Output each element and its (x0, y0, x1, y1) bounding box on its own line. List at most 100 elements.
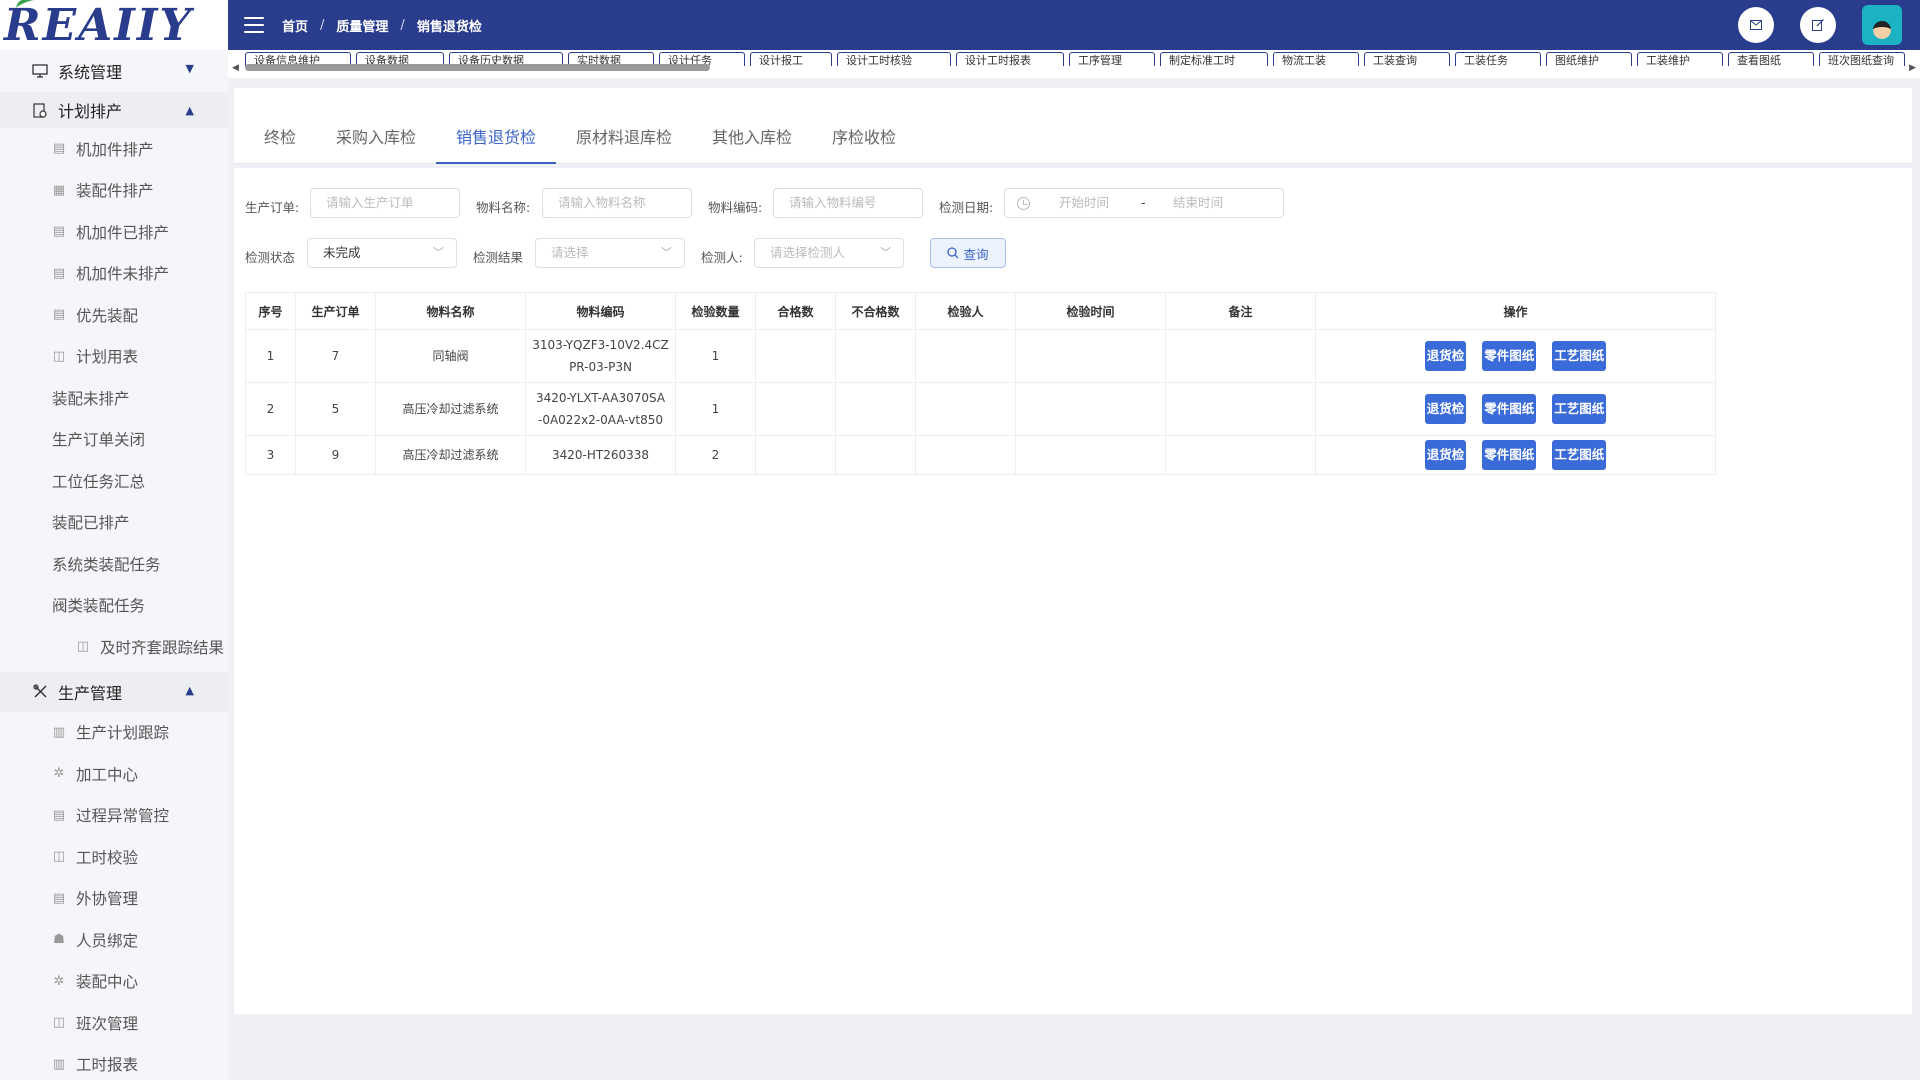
gear-icon: ✲ (53, 973, 65, 989)
tab-process-inspection[interactable]: 序检收检 (832, 124, 896, 148)
chevron-down-icon: ﹀ (661, 246, 672, 259)
scrollbar-thumb[interactable] (245, 64, 710, 71)
sidebar-item-assembly-scheduling[interactable]: ▦ 装配件排产 (0, 170, 228, 212)
sidebar-item-hours-check[interactable]: ◫ 工时校验 (0, 836, 228, 878)
col-header: 备注 (1165, 292, 1316, 330)
menu-group-label: 系统管理 (58, 63, 123, 82)
sidebar-item-system-assembly-tasks[interactable]: 系统类装配任务 (0, 543, 228, 585)
material-code-label: 物料编码: (708, 200, 763, 215)
sidebar-item-machined-unscheduled[interactable]: ▤ 机加件未排产 (0, 253, 228, 295)
sidebar-item-priority-assembly[interactable]: ▤ 优先装配 (0, 294, 228, 336)
sidebar-item-assembly-unscheduled[interactable]: 装配未排产 (0, 377, 228, 419)
sidebar-item-order-close[interactable]: 生产订单关闭 (0, 419, 228, 461)
inspector-label: 检测人: (701, 250, 743, 265)
document-icon: ◫ (76, 639, 90, 655)
sidebar-item-personnel-binding[interactable]: ☗ 人员绑定 (0, 919, 228, 961)
cell-code-line: -0A022x2-0AA-vt850 (538, 413, 663, 427)
process-drawing-button[interactable]: 工艺图纸 (1552, 440, 1607, 470)
sidebar-item-machining-center[interactable]: ✲ 加工中心 (0, 753, 228, 795)
result-select[interactable]: 请选择 ﹀ (535, 238, 685, 268)
cell-code-line: PR-03-P3N (569, 360, 632, 374)
sidebar-item-label: 及时齐套跟踪结果 (100, 638, 225, 657)
gear-icon: ✲ (53, 766, 65, 782)
cell-actions: 退货检 零件图纸 工艺图纸 (1315, 382, 1716, 436)
result-label: 检测结果 (473, 250, 524, 265)
tab-final-inspection[interactable]: 终检 (264, 124, 296, 148)
logo: REAIIY (0, 0, 228, 51)
sidebar-item-label: 计划用表 (76, 348, 139, 367)
sidebar-item-plan-tracking[interactable]: ▥ 生产计划跟踪 (0, 712, 228, 754)
sidebar-item-plan-table[interactable]: ◫ 计划用表 (0, 336, 228, 378)
sidebar-item-machined-scheduled[interactable]: ▤ 机加件已排产 (0, 211, 228, 253)
return-inspect-button[interactable]: 退货检 (1424, 341, 1467, 371)
date-range-picker[interactable]: 开始时间 - 结束时间 (1004, 188, 1284, 218)
sidebar-item-valve-assembly-tasks[interactable]: 阀类装配任务 (0, 585, 228, 627)
sidebar-item-label: 系统类装配任务 (52, 555, 161, 574)
col-header: 生产订单 (295, 292, 376, 330)
tab-material-return-inspection[interactable]: 原材料退库检 (576, 124, 672, 148)
user-icon (1873, 21, 1891, 39)
result-placeholder: 请选择 (551, 245, 589, 260)
sidebar-item-assembly-scheduled[interactable]: 装配已排产 (0, 502, 228, 544)
inspector-select[interactable]: 请选择检测人 ﹀ (754, 238, 904, 268)
return-inspect-button[interactable]: 退货检 (1424, 440, 1467, 470)
sidebar-item-shift-management[interactable]: ◫ 班次管理 (0, 1002, 228, 1044)
hamburger-icon[interactable] (244, 17, 264, 33)
order-input[interactable]: 请输入生产订单 (310, 188, 460, 218)
plan-submenu: ▤ 机加件排产 ▦ 装配件排产 ▤ 机加件已排产 ▤ 机加件未排产 ▤ 优先装配 ◫ 计划用… (0, 128, 228, 668)
cell-code: 3103-YQZF3-10V2.4CZ PR-03-P3N (525, 329, 676, 383)
tab-other-inbound-inspection[interactable]: 其他入库检 (712, 124, 792, 148)
sidebar-item-exception-control[interactable]: ▤ 过程异常管控 (0, 795, 228, 837)
cell-time (1015, 435, 1166, 475)
scroll-right-icon[interactable]: ▶ (1909, 63, 1916, 73)
status-label: 检测状态 (245, 250, 296, 265)
avatar[interactable] (1862, 5, 1902, 45)
sidebar-item-machined-scheduling[interactable]: ▤ 机加件排产 (0, 128, 228, 170)
tab-purchase-inspection[interactable]: 采购入库检 (336, 124, 416, 148)
table-header-row: 序号 生产订单 物料名称 物料编码 检验数量 合格数 不合格数 检验人 检验时间… (245, 292, 1716, 330)
chevron-up-icon: ▲ (185, 683, 194, 697)
tab-sales-return-inspection[interactable]: 销售退货检 (456, 124, 536, 148)
process-drawing-button[interactable]: 工艺图纸 (1552, 341, 1607, 371)
scroll-left-icon[interactable]: ◀ (232, 63, 239, 73)
scrollbar[interactable] (245, 64, 1895, 72)
process-drawing-button[interactable]: 工艺图纸 (1552, 394, 1607, 424)
breadcrumb-home[interactable]: 首页 (282, 16, 308, 35)
inspection-table: 序号 生产订单 物料名称 物料编码 检验数量 合格数 不合格数 检验人 检验时间… (245, 292, 1716, 475)
date-end[interactable]: 结束时间 (1173, 189, 1223, 217)
breadcrumb-quality[interactable]: 质量管理 (336, 16, 388, 35)
menu-group-production[interactable]: 生产管理 ▲ (0, 671, 228, 712)
material-code-input[interactable]: 请输入物料编号 (773, 188, 923, 218)
sidebar-item-label: 生产订单关闭 (52, 431, 146, 450)
edit-button[interactable] (1800, 7, 1836, 43)
table-icon: ▥ (52, 724, 66, 740)
menu-group-system[interactable]: 系统管理 ▼ (0, 50, 228, 92)
material-name-input[interactable]: 请输入物料名称 (542, 188, 692, 218)
mail-icon (1750, 20, 1762, 30)
query-button[interactable]: 查询 (930, 238, 1006, 268)
sidebar-item-hours-report[interactable]: ▥ 工时报表 (0, 1044, 228, 1080)
status-select[interactable]: 未完成 ﹀ (307, 238, 457, 268)
sidebar-item-label: 机加件未排产 (76, 265, 170, 284)
edit-icon (1812, 19, 1824, 31)
sidebar-item-outsourcing[interactable]: ▤ 外协管理 (0, 878, 228, 920)
part-drawing-button[interactable]: 零件图纸 (1482, 394, 1537, 424)
cell-order: 5 (295, 382, 376, 436)
date-start[interactable]: 开始时间 (1059, 189, 1109, 217)
clock-icon (1017, 197, 1030, 210)
part-drawing-button[interactable]: 零件图纸 (1482, 341, 1537, 371)
mail-button[interactable] (1738, 7, 1774, 43)
cell-no: 1 (245, 329, 296, 383)
return-inspect-button[interactable]: 退货检 (1424, 394, 1467, 424)
breadcrumb-separator: / (320, 17, 325, 33)
sidebar-item-kit-tracking[interactable]: ◫ 及时齐套跟踪结果 (0, 626, 228, 668)
menu-group-plan[interactable]: 计划排产 ▲ (0, 92, 228, 128)
sidebar-item-station-summary[interactable]: 工位任务汇总 (0, 460, 228, 502)
status-value: 未完成 (323, 245, 361, 260)
topbar: 首页 / 质量管理 / 销售退货检 (228, 0, 1920, 50)
sidebar-item-assembly-center[interactable]: ✲ 装配中心 (0, 961, 228, 1003)
table-row: 2 5 高压冷却过滤系统 3420-YLXT-AA3070SA -0A022x2-… (245, 382, 1716, 436)
tags-bar: ◀ 设备信息维护 设备数据 设备历史数据 实时数据 设计任务 设计报工 设计工时… (228, 50, 1920, 78)
part-drawing-button[interactable]: 零件图纸 (1482, 440, 1537, 470)
cell-qty: 1 (675, 382, 756, 436)
